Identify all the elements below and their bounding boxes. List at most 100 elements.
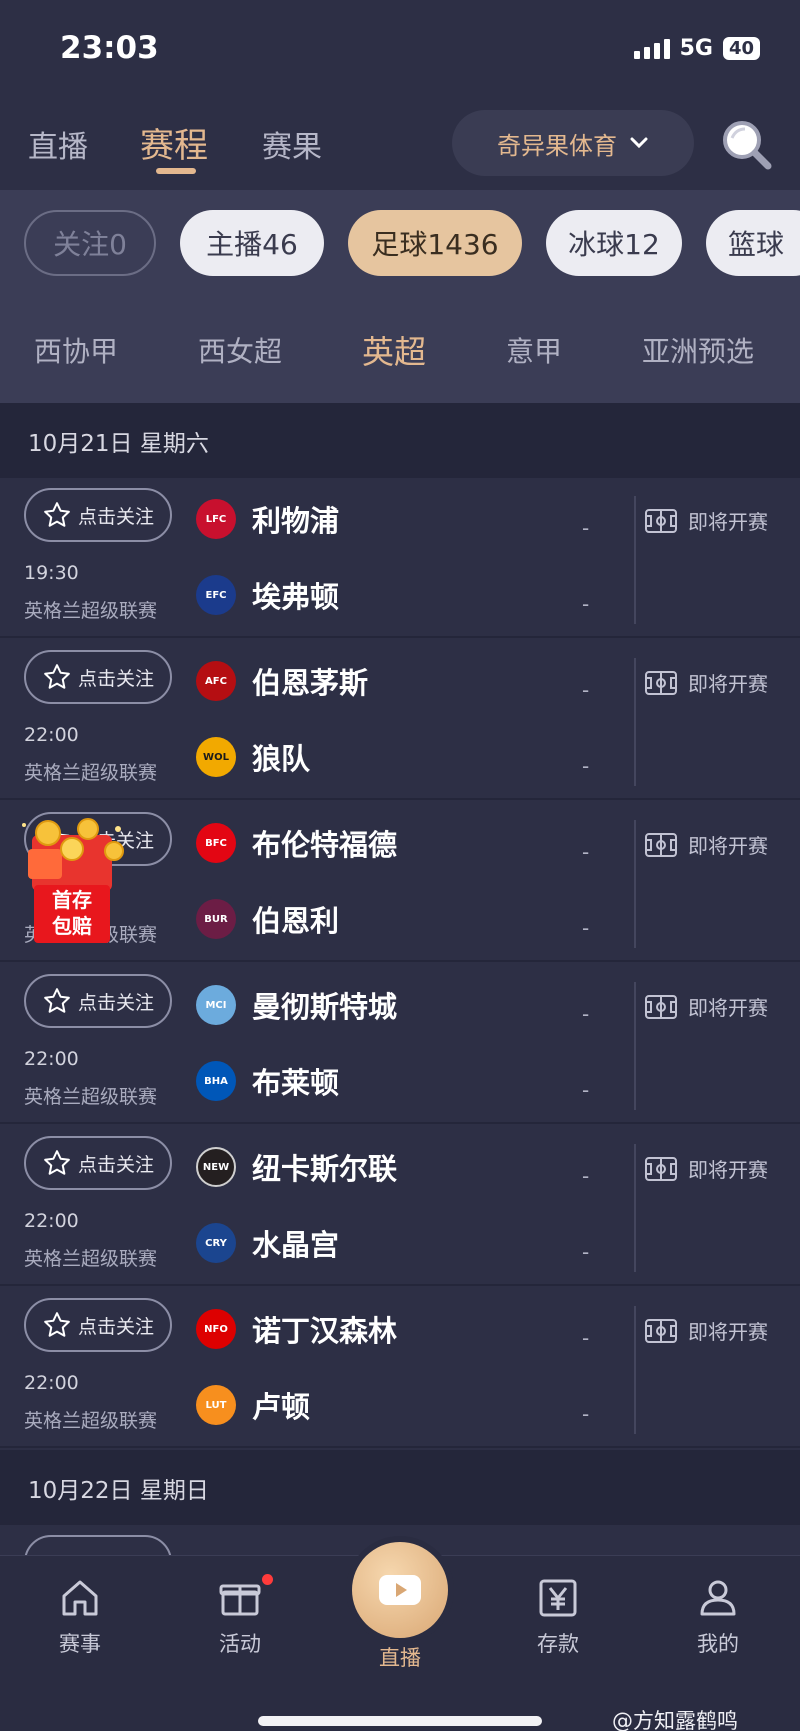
tab-results[interactable]: 赛果: [262, 122, 322, 166]
pitch-icon: [645, 508, 677, 533]
match-status: 即将开赛: [644, 1154, 768, 1183]
home-score: -: [582, 516, 590, 540]
tab-live[interactable]: 直播: [28, 122, 88, 166]
match-time: 22:00: [24, 1048, 79, 1070]
match-card[interactable]: 点击关注 22:00 英格兰超级联赛 MCI 曼彻斯特城 BHA 布莱顿 - -…: [0, 964, 800, 1124]
match-league: 英格兰超级联赛: [24, 762, 158, 784]
tab-profile[interactable]: 我的: [668, 1576, 768, 1658]
pitch-icon: [645, 832, 677, 857]
yen-icon: [539, 1579, 577, 1617]
tab-deposit[interactable]: 存款: [508, 1576, 608, 1658]
status-label: 即将开赛: [688, 1158, 768, 1182]
chip-basketball[interactable]: 篮球: [706, 210, 800, 276]
active-tab-indicator: [156, 168, 196, 174]
chip-anchor[interactable]: 主播46: [180, 210, 324, 276]
tab-live[interactable]: 直播: [350, 1642, 450, 1672]
signal-icon: [633, 38, 670, 59]
home-team-name: 布伦特福德: [252, 828, 398, 862]
top-nav: 直播 赛程 赛果 奇异果体育: [0, 100, 800, 190]
match-league: 英格兰超级联赛: [24, 1410, 158, 1432]
live-button[interactable]: [352, 1542, 448, 1638]
chip-football[interactable]: 足球1436: [348, 210, 522, 276]
status-bar: 23:03 5G 40: [0, 0, 800, 100]
league-tab-active[interactable]: 英超: [362, 327, 426, 373]
team-crest-icon: AFC: [196, 661, 236, 701]
status-label: 即将开赛: [688, 510, 768, 534]
league-tab[interactable]: 亚洲预选: [642, 330, 754, 370]
away-score: -: [582, 916, 590, 940]
match-league: 英格兰超级联赛: [24, 1086, 158, 1108]
tab-activity[interactable]: 活动: [190, 1576, 290, 1658]
home-team: BFC 布伦特福德: [196, 822, 397, 864]
away-team-name: 狼队: [252, 742, 311, 776]
home-score: -: [582, 1164, 590, 1188]
league-tab[interactable]: 西女超: [198, 330, 282, 370]
tab-label: 活动: [219, 1632, 261, 1656]
tab-label: 存款: [537, 1632, 579, 1656]
brand-dropdown[interactable]: 奇异果体育: [452, 110, 694, 176]
match-time: 22:00: [24, 724, 79, 746]
away-team-name: 布莱顿: [252, 1066, 340, 1100]
status-label: 即将开赛: [688, 996, 768, 1020]
notification-dot: [262, 1574, 273, 1585]
status-label: 即将开赛: [688, 672, 768, 696]
away-team-name: 水晶宫: [252, 1228, 340, 1262]
match-card[interactable]: 点击关注 19:30 英格兰超级联赛 LFC 利物浦 EFC 埃弗顿 - - 即…: [0, 478, 800, 638]
match-card[interactable]: 点击关注 22:00 英格兰超级联赛 AFC 伯恩茅斯 WOL 狼队 - - 即…: [0, 640, 800, 800]
match-time: 22:00: [24, 1372, 79, 1394]
team-crest-icon: EFC: [196, 575, 236, 615]
pitch-icon: [645, 670, 677, 695]
league-tab[interactable]: 西协甲: [34, 330, 118, 370]
category-chips: 关注0 主播46 足球1436 冰球12 篮球: [24, 210, 800, 276]
home-score: -: [582, 1002, 590, 1026]
home-team-name: 伯恩茅斯: [252, 666, 369, 700]
tab-schedule[interactable]: 赛程: [140, 118, 208, 167]
league-tab[interactable]: 意甲: [506, 330, 562, 370]
search-icon[interactable]: [718, 116, 774, 172]
follow-button[interactable]: 点击关注: [24, 974, 172, 1028]
play-icon: [379, 1575, 421, 1605]
follow-button[interactable]: 点击关注: [24, 1298, 172, 1352]
home-team-name: 曼彻斯特城: [252, 990, 398, 1024]
promo-badge[interactable]: 首存 包赔: [18, 815, 136, 945]
divider: [634, 1144, 636, 1272]
brand-label: 奇异果体育: [497, 131, 617, 160]
home-team: NEW 纽卡斯尔联: [196, 1146, 397, 1188]
home-team: AFC 伯恩茅斯: [196, 660, 368, 702]
away-score: -: [582, 1078, 590, 1102]
promo-label: 首存 包赔: [52, 888, 92, 938]
away-team: EFC 埃弗顿: [196, 574, 339, 616]
follow-button[interactable]: 点击关注: [24, 650, 172, 704]
follow-label: 点击关注: [77, 1315, 154, 1338]
away-score: -: [582, 1402, 590, 1426]
star-icon: [44, 1312, 70, 1337]
match-card[interactable]: 点击关注 22:00 英格兰超级联赛 NEW 纽卡斯尔联 CRY 水晶宫 - -…: [0, 1126, 800, 1286]
match-league: 英格兰超级联赛: [24, 600, 158, 622]
match-status: 即将开赛: [644, 830, 768, 859]
home-score: -: [582, 840, 590, 864]
team-crest-icon: LUT: [196, 1385, 236, 1425]
status-label: 即将开赛: [688, 834, 768, 858]
date-header: 10月22日 星期日: [0, 1450, 800, 1525]
home-team-name: 利物浦: [252, 504, 340, 538]
status-indicators: 5G 40: [633, 36, 760, 61]
follow-button[interactable]: 点击关注: [24, 488, 172, 542]
match-status: 即将开赛: [644, 992, 768, 1021]
tab-events[interactable]: 赛事: [30, 1576, 130, 1658]
tab-label: 直播: [379, 1646, 421, 1670]
away-team-name: 卢顿: [252, 1390, 311, 1424]
match-league: 英格兰超级联赛: [24, 1248, 158, 1270]
match-card[interactable]: 点击关注 22:00 英格兰超级联赛 NFO 诺丁汉森林 LUT 卢顿 - - …: [0, 1288, 800, 1448]
away-team: LUT 卢顿: [196, 1384, 310, 1426]
home-score: -: [582, 1326, 590, 1350]
chip-follow[interactable]: 关注0: [24, 210, 156, 276]
follow-label: 点击关注: [77, 667, 154, 690]
team-crest-icon: WOL: [196, 737, 236, 777]
divider: [634, 820, 636, 948]
chip-hockey[interactable]: 冰球12: [546, 210, 682, 276]
star-icon: [44, 502, 70, 527]
gift-icon: [219, 1584, 261, 1616]
tab-label: 赛事: [59, 1632, 101, 1656]
follow-button[interactable]: 点击关注: [24, 1136, 172, 1190]
away-team-name: 埃弗顿: [252, 580, 340, 614]
